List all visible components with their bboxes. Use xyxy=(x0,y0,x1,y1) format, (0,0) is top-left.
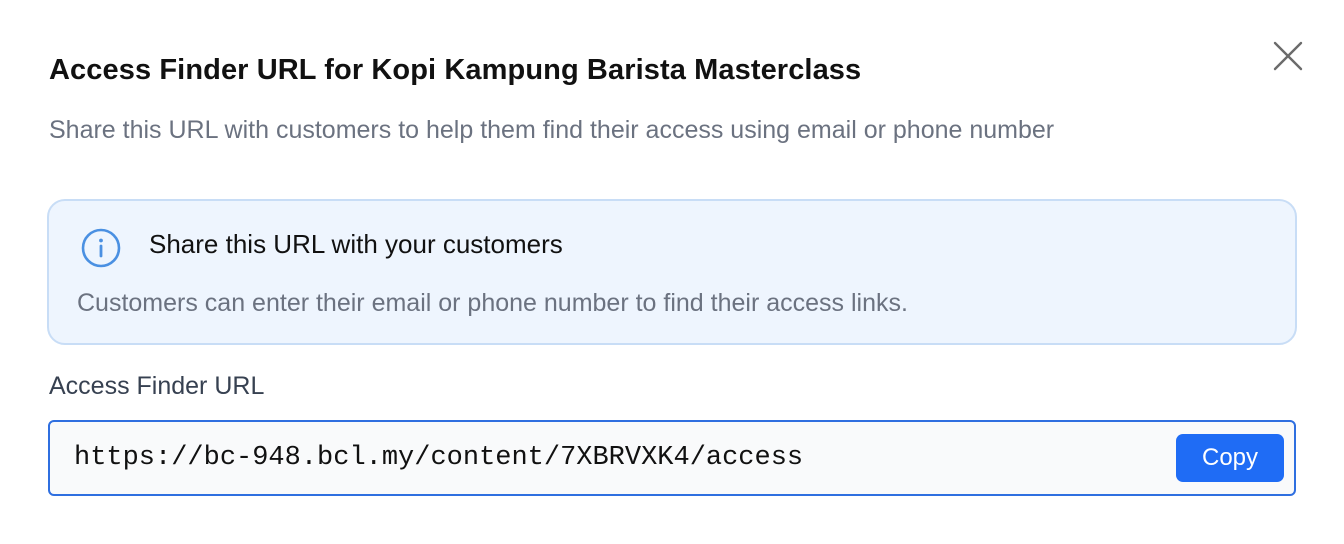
info-text: Customers can enter their email or phone… xyxy=(77,289,908,317)
close-button[interactable] xyxy=(1268,36,1308,76)
dialog-title: Access Finder URL for Kopi Kampung Baris… xyxy=(49,54,862,86)
info-banner: Share this URL with your customers Custo… xyxy=(47,199,1297,345)
info-heading: Share this URL with your customers xyxy=(149,229,563,259)
close-icon xyxy=(1273,41,1303,71)
url-field: Copy xyxy=(48,420,1296,496)
url-field-label: Access Finder URL xyxy=(49,372,265,400)
copy-button[interactable]: Copy xyxy=(1176,434,1284,482)
info-icon xyxy=(81,228,121,268)
access-finder-url-input[interactable] xyxy=(74,422,1154,494)
dialog-subtitle: Share this URL with customers to help th… xyxy=(49,116,1055,144)
access-finder-dialog: Access Finder URL for Kopi Kampung Baris… xyxy=(0,0,1344,544)
